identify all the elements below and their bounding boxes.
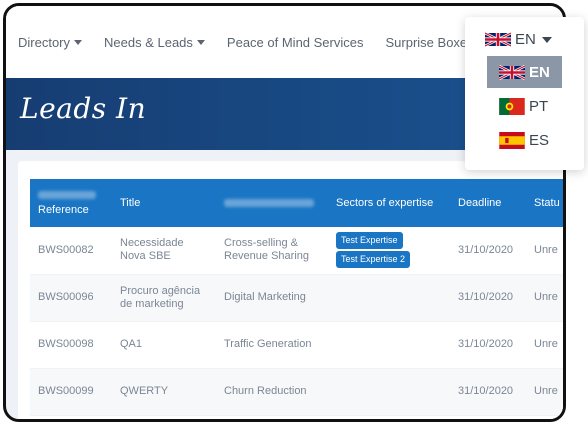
portugal-flag-icon: [499, 97, 525, 115]
deadline-header-label: Deadline: [458, 197, 502, 209]
table-row[interactable]: BWS00098 QA1 Traffic Generation 31/10/20…: [30, 321, 563, 369]
cell-reference: BWS00096: [30, 274, 112, 322]
nav-surprise-boxes-label: Surprise Boxes: [385, 34, 474, 50]
column-header-redacted[interactable]: [216, 179, 328, 227]
leads-card: Reference Title Sectors of expertise Dea…: [18, 161, 563, 419]
sector-tag: Test Expertise 2: [336, 251, 411, 269]
cell-deadline: 31/10/2020: [450, 227, 526, 275]
cell-sectors: [328, 274, 450, 322]
language-dropdown: EN EN PT ES: [465, 17, 584, 170]
language-option-label: ES: [529, 131, 550, 149]
language-option-label: PT: [529, 97, 549, 115]
table-row[interactable]: BWS00096 Procuro agência de marketing Di…: [30, 274, 563, 322]
cell-sectors: Test Expertise Test Expertise 2: [328, 227, 450, 275]
uk-flag-icon: [499, 64, 525, 80]
cell-title: QWERTY: [112, 368, 216, 416]
language-toggle[interactable]: EN: [485, 31, 552, 48]
language-option-label: EN: [529, 63, 550, 81]
cell-category: Churn Reduction: [216, 368, 328, 416]
cell-category: Traffic Generation: [216, 321, 328, 369]
table-header-row: Reference Title Sectors of expertise Dea…: [30, 179, 563, 227]
cell-title: Procuro agência de marketing: [112, 274, 216, 322]
nav-peace-of-mind-label: Peace of Mind Services: [226, 34, 364, 50]
cell-deadline: 31/10/2020: [450, 321, 526, 369]
column-header-deadline[interactable]: Deadline: [450, 179, 526, 227]
language-option-es[interactable]: ES: [487, 124, 562, 156]
cell-title: QA1: [112, 321, 216, 369]
status-header-label: Statu: [534, 197, 560, 209]
nav-directory-label: Directory: [18, 34, 71, 50]
cell-deadline: 31/10/2020: [450, 274, 526, 322]
reference-header-label: Reference: [38, 203, 89, 216]
cell-title: Necessidade Nova SBE: [112, 227, 216, 275]
table-row[interactable]: BWS00082 Necessidade Nova SBE Cross-sell…: [30, 227, 563, 275]
page-title: Leads In: [20, 92, 147, 125]
language-option-pt[interactable]: PT: [487, 90, 562, 122]
current-language: EN: [515, 31, 536, 48]
cell-deadline: 31/10/2020: [450, 368, 526, 416]
cell-status: Unre: [526, 227, 563, 275]
nav-needs-leads-label: Needs & Leads: [104, 34, 193, 50]
sector-tag: Test Expertise: [336, 232, 403, 250]
nav-needs-leads[interactable]: Needs & Leads: [104, 35, 205, 50]
cell-sectors: [328, 368, 450, 416]
nav-surprise-boxes[interactable]: Surprise Boxes: [386, 35, 474, 50]
chevron-down-icon: [74, 39, 83, 45]
cell-status: Unre: [526, 274, 563, 322]
spain-flag-icon: [499, 131, 525, 149]
cell-category: Digital Marketing: [216, 274, 328, 322]
title-header-label: Title: [120, 197, 141, 209]
column-header-sectors[interactable]: Sectors of expertise: [328, 179, 450, 227]
cell-category: Cross-selling & Revenue Sharing: [216, 227, 328, 275]
redacted-text: [38, 190, 96, 199]
sectors-header-label: Sectors of expertise: [336, 197, 434, 209]
cell-reference: BWS00098: [30, 321, 112, 369]
column-header-status[interactable]: Statu: [526, 179, 563, 227]
nav-peace-of-mind[interactable]: Peace of Mind Services: [227, 35, 364, 50]
chevron-down-icon: [541, 36, 552, 43]
cell-status: Unre: [526, 368, 563, 416]
cell-status: Unre: [526, 321, 563, 369]
table-row[interactable]: BWS00099 QWERTY Churn Reduction 31/10/20…: [30, 368, 563, 416]
cell-reference: BWS00099: [30, 368, 112, 416]
language-option-en[interactable]: EN: [487, 56, 562, 88]
uk-flag-icon: [485, 31, 511, 48]
chevron-down-icon: [196, 39, 205, 45]
leads-table: Reference Title Sectors of expertise Dea…: [30, 179, 563, 416]
cell-sectors: [328, 321, 450, 369]
redacted-text: [224, 199, 314, 207]
cell-reference: BWS00082: [30, 227, 112, 275]
column-header-title[interactable]: Title: [112, 179, 216, 227]
column-header-reference[interactable]: Reference: [30, 179, 112, 227]
nav-directory[interactable]: Directory: [18, 34, 83, 50]
